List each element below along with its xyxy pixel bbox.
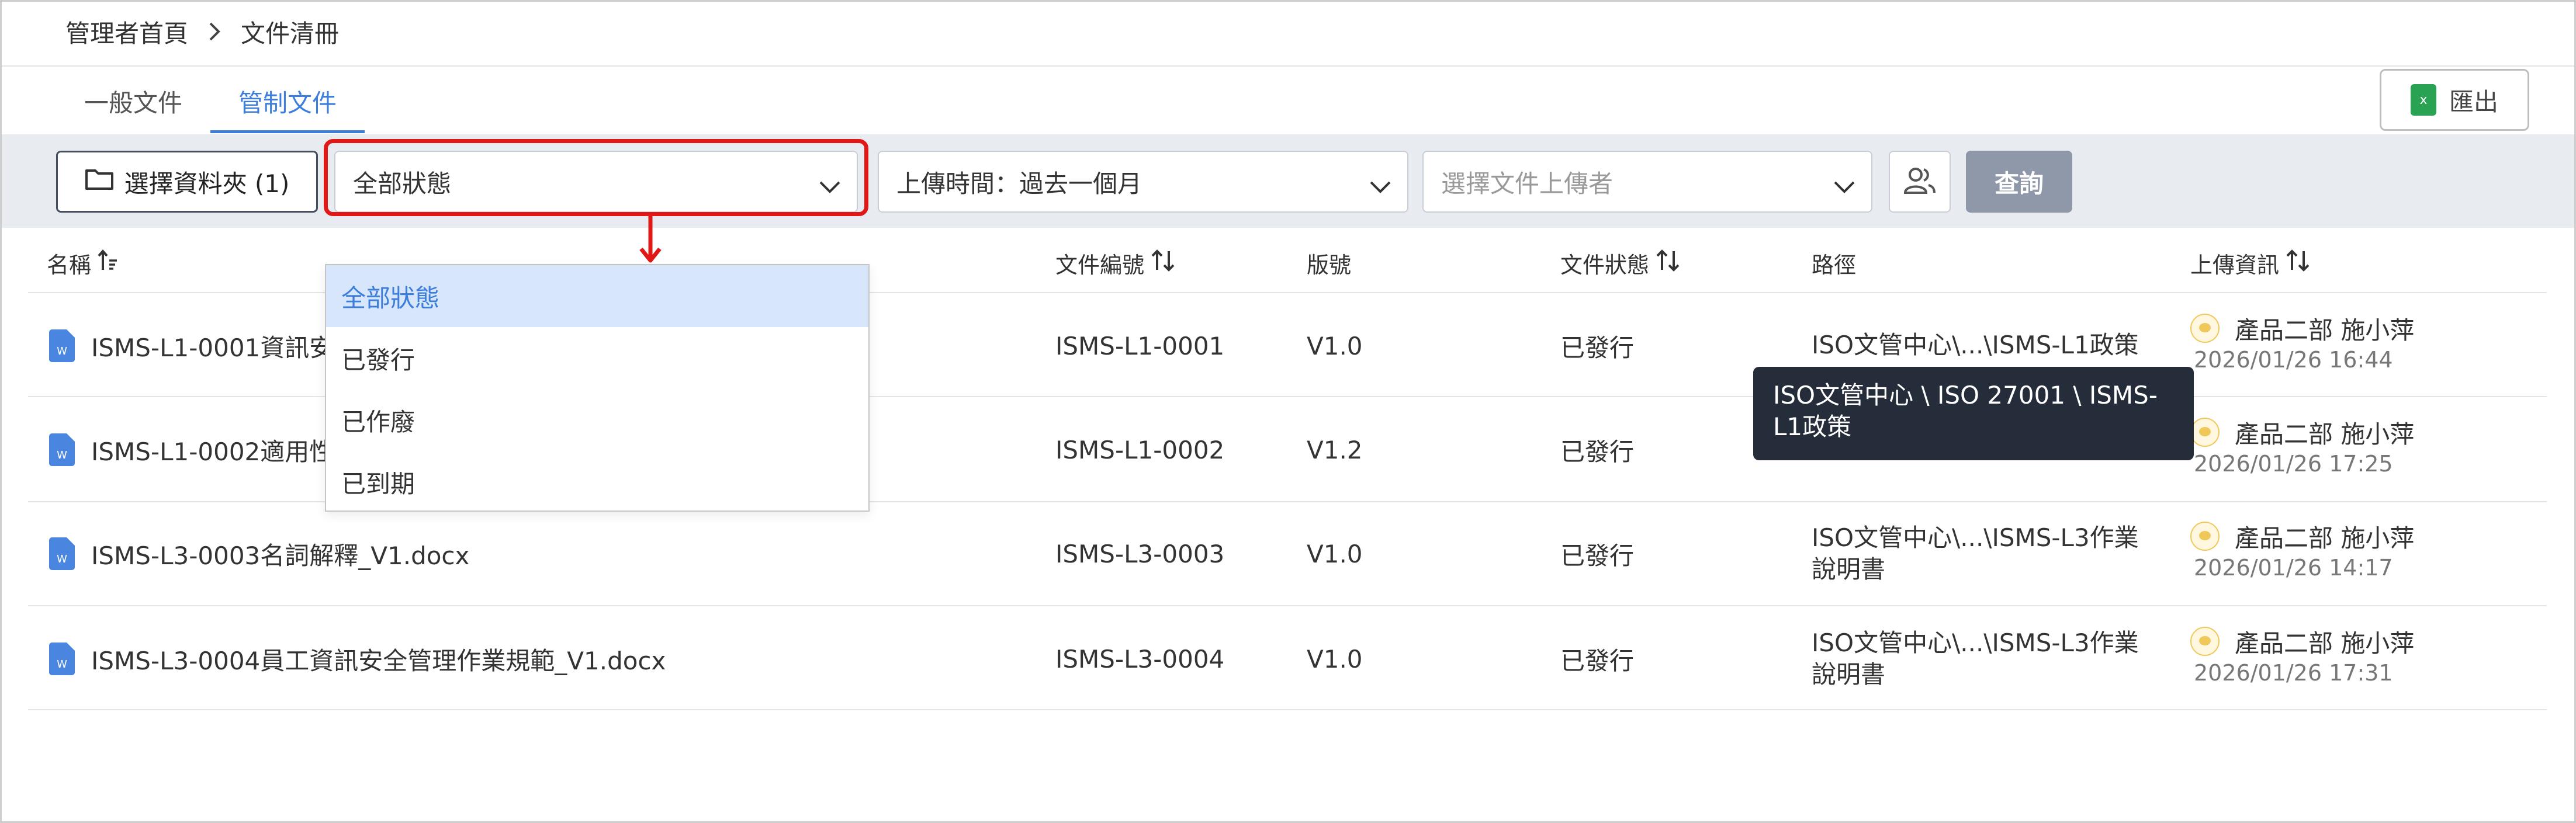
upload-time: 2026/01/26 16:44: [2194, 347, 2393, 373]
sort-icon: [1150, 249, 1176, 277]
column-header-path: 路徑: [1812, 239, 1856, 286]
breadcrumb-home[interactable]: 管理者首頁: [65, 14, 188, 50]
status-option-expired[interactable]: 已到期: [326, 451, 868, 513]
users-icon: [1903, 166, 1937, 197]
chevron-down-icon: [1369, 173, 1392, 202]
upload-time: 2026/01/26 17:31: [2194, 660, 2393, 686]
tab-bar: 一般文件 管制文件: [56, 69, 365, 133]
file-name-text: ISMS-L3-0004員工資訊安全管理作業規範_V1.docx: [91, 646, 666, 675]
avatar: [2190, 627, 2220, 656]
query-button[interactable]: 查詢: [1966, 151, 2072, 213]
tab-general-documents[interactable]: 一般文件: [56, 69, 210, 133]
uploader-name: 產品二部 施小萍: [2235, 315, 2415, 345]
upload-info: 產品二部 施小萍 2026/01/26 14:17: [2190, 520, 2414, 581]
file-name-text: ISMS-L1-0002適用性: [91, 437, 334, 466]
status-option-all[interactable]: 全部狀態: [326, 265, 868, 327]
excel-icon: x: [2410, 84, 2436, 116]
divider: [2, 65, 2574, 67]
folder-icon: [85, 167, 114, 196]
uploader-name: 產品二部 施小萍: [2235, 628, 2415, 658]
arrow-down-icon: [639, 216, 662, 263]
export-button[interactable]: x 匯出: [2380, 69, 2529, 131]
select-folder-label: 選擇資料夾 (1): [124, 169, 290, 198]
document-status: 已發行: [1560, 333, 1635, 362]
chevron-down-icon: [1833, 173, 1856, 202]
word-document-icon: W: [49, 329, 75, 362]
status-option-voided[interactable]: 已作廢: [326, 389, 868, 451]
export-button-label: 匯出: [2449, 87, 2498, 116]
document-code: ISMS-L1-0002: [1055, 435, 1225, 464]
breadcrumb: 管理者首頁 文件清冊: [65, 13, 339, 50]
table-row-file-name[interactable]: W ISMS-L3-0004員工資訊安全管理作業規範_V1.docx: [49, 641, 666, 676]
column-header-status[interactable]: 文件狀態: [1560, 239, 1681, 286]
uploader-select-placeholder: 選擇文件上傳者: [1441, 169, 1614, 198]
sort-icon: [1655, 249, 1681, 277]
document-code: ISMS-L1-0001: [1055, 331, 1225, 360]
version-number: V1.0: [1307, 644, 1363, 673]
table-row-file-name[interactable]: W ISMS-L1-0001資訊安: [49, 328, 334, 363]
uploader-picker-button[interactable]: [1889, 151, 1951, 213]
uploader-select[interactable]: 選擇文件上傳者: [1422, 151, 1872, 213]
select-folder-button[interactable]: 選擇資料夾 (1): [56, 151, 318, 213]
path-tooltip: ISO文管中心 \ ISO 27001 \ ISMS-L1政策: [1753, 367, 2194, 460]
sort-ascending-icon: [97, 249, 120, 277]
document-path[interactable]: ISO文管中心\...\ISMS-L3作業說明書: [1812, 522, 2162, 585]
column-header-upload-label: 上傳資訊: [2190, 252, 2280, 278]
upload-time: 2026/01/26 14:17: [2194, 555, 2393, 581]
upload-info: 產品二部 施小萍 2026/01/26 16:44: [2190, 312, 2414, 373]
word-document-icon: W: [49, 643, 75, 675]
column-header-name-label: 名稱: [47, 252, 92, 278]
column-header-code-label: 文件編號: [1055, 252, 1145, 278]
upload-info: 產品二部 施小萍 2026/01/26 17:25: [2190, 416, 2414, 477]
table-row-file-name[interactable]: W ISMS-L3-0003名詞解釋_V1.docx: [49, 536, 469, 571]
avatar: [2190, 522, 2220, 551]
file-name-text: ISMS-L1-0001資訊安: [91, 333, 334, 362]
document-status: 已發行: [1560, 646, 1635, 675]
status-dropdown-menu: 全部狀態 已發行 已作廢 已到期: [325, 264, 870, 512]
column-header-path-label: 路徑: [1812, 252, 1857, 278]
document-status: 已發行: [1560, 437, 1635, 466]
uploader-name: 產品二部 施小萍: [2235, 419, 2415, 449]
column-header-status-label: 文件狀態: [1560, 252, 1650, 278]
version-number: V1.2: [1307, 435, 1363, 464]
table-row-file-name[interactable]: W ISMS-L1-0002適用性: [49, 432, 334, 467]
document-path[interactable]: ISO文管中心\...\ISMS-L3作業說明書: [1812, 627, 2162, 690]
file-name-text: ISMS-L3-0003名詞解釋_V1.docx: [91, 541, 470, 570]
upload-info: 產品二部 施小萍 2026/01/26 17:31: [2190, 625, 2414, 686]
column-header-code[interactable]: 文件編號: [1055, 239, 1176, 286]
document-code: ISMS-L3-0004: [1055, 644, 1225, 673]
word-document-icon: W: [49, 433, 75, 466]
upload-time-select[interactable]: 上傳時間：過去一個月: [878, 151, 1408, 213]
column-header-version: 版號: [1307, 239, 1351, 286]
column-header-upload[interactable]: 上傳資訊: [2190, 239, 2311, 286]
version-number: V1.0: [1307, 331, 1363, 360]
word-document-icon: W: [49, 537, 75, 570]
document-path[interactable]: ISO文管中心\...\ISMS-L1政策: [1812, 329, 2162, 361]
divider: [28, 605, 2547, 606]
divider: [28, 709, 2547, 710]
upload-time: 2026/01/26 17:25: [2194, 451, 2393, 477]
tab-controlled-documents[interactable]: 管制文件: [210, 69, 365, 133]
status-option-issued[interactable]: 已發行: [326, 327, 868, 389]
document-status: 已發行: [1560, 541, 1635, 570]
avatar: [2190, 314, 2220, 343]
upload-time-select-value: 上傳時間：過去一個月: [896, 169, 1142, 198]
sort-icon: [2285, 249, 2311, 277]
column-header-version-label: 版號: [1307, 252, 1352, 278]
version-number: V1.0: [1307, 539, 1363, 568]
chevron-right-icon: [208, 21, 221, 42]
breadcrumb-current: 文件清冊: [241, 19, 340, 48]
highlight-box: [324, 139, 868, 216]
column-header-name[interactable]: 名稱: [47, 239, 120, 286]
avatar: [2190, 418, 2220, 447]
uploader-name: 產品二部 施小萍: [2235, 523, 2415, 553]
document-code: ISMS-L3-0003: [1055, 539, 1225, 568]
